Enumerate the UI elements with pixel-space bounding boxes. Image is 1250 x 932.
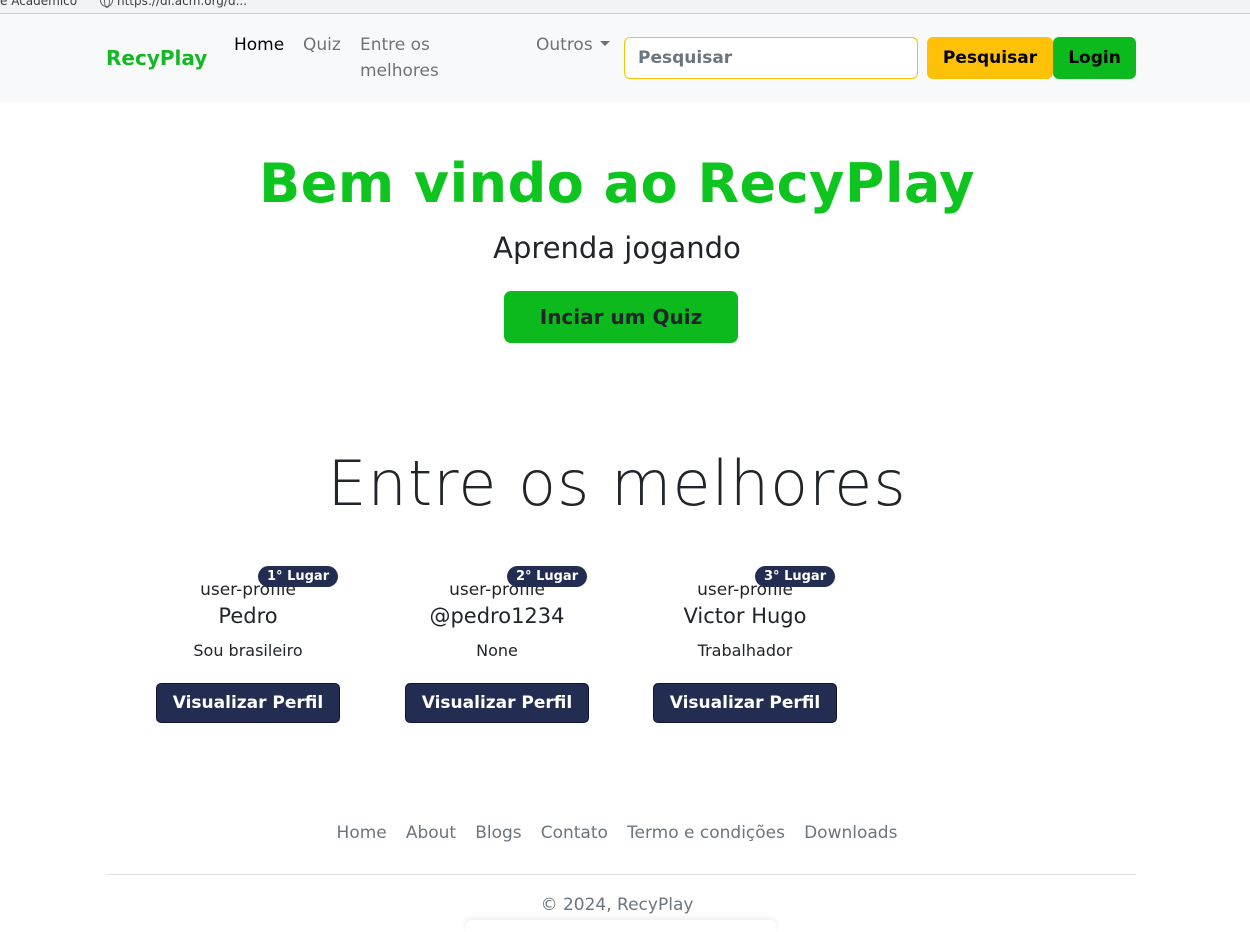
rank-badge: 3° Lugar (755, 566, 836, 587)
login-button[interactable]: Login (1053, 37, 1136, 79)
bookmark-item[interactable]: e Acadêmico (0, 0, 77, 8)
user-name: Pedro (218, 604, 278, 628)
rank-badge: 1° Lugar (258, 566, 339, 587)
user-bio: None (476, 641, 518, 660)
search-input[interactable] (624, 37, 918, 79)
ranking-card: 2° Lugar user-profile @pedro1234 None Vi… (397, 566, 597, 723)
user-bio: Sou brasileiro (193, 641, 303, 660)
bookmark-item[interactable]: https://dl.acm.org/d... (100, 0, 247, 8)
footer-link-downloads[interactable]: Downloads (804, 823, 897, 843)
footer-divider (106, 874, 1136, 875)
navbar: RecyPlay Home Quiz Entre os melhores Out… (0, 14, 1250, 102)
brand-logo[interactable]: RecyPlay (106, 46, 207, 70)
globe-icon (100, 0, 113, 8)
view-profile-button[interactable]: Visualizar Perfil (405, 683, 589, 723)
search-button[interactable]: Pesquisar (927, 37, 1053, 79)
footer-link-contato[interactable]: Contato (541, 823, 608, 843)
bookmarks-bar: e Acadêmico https://dl.acm.org/d... (0, 0, 1250, 14)
rank-badge: 2° Lugar (507, 566, 588, 587)
ranking-card: 3° Lugar user-profile Victor Hugo Trabal… (645, 566, 845, 723)
view-profile-button[interactable]: Visualizar Perfil (156, 683, 340, 723)
hero-title: Bem vindo ao RecyPlay (259, 152, 975, 215)
bookmark-label: https://dl.acm.org/d... (117, 0, 248, 8)
user-name: Victor Hugo (683, 604, 807, 628)
bottom-overlay (466, 920, 776, 932)
nav-link-home[interactable]: Home (234, 32, 284, 58)
ranking-card: 1° Lugar user-profile Pedro Sou brasilei… (148, 566, 348, 723)
user-bio: Trabalhador (697, 641, 793, 660)
view-profile-button[interactable]: Visualizar Perfil (653, 683, 837, 723)
footer-copyright: © 2024, RecyPlay (540, 895, 694, 915)
footer-link-about[interactable]: About (406, 823, 456, 843)
ranking-title: Entre os melhores (327, 447, 907, 520)
footer-link-termos[interactable]: Termo e condições (627, 823, 785, 843)
nav-dropdown-outros[interactable]: Outros (536, 32, 610, 58)
footer-link-blogs[interactable]: Blogs (475, 823, 521, 843)
nav-link-entre-os-melhores[interactable]: Entre os melhores (360, 32, 500, 84)
nav-dropdown-label: Outros (536, 35, 593, 55)
user-name: @pedro1234 (429, 604, 565, 628)
nav-link-quiz[interactable]: Quiz (303, 32, 341, 58)
start-quiz-button[interactable]: Inciar um Quiz (504, 291, 738, 343)
footer-nav: Home About Blogs Contato Termo e condiçõ… (0, 823, 1242, 843)
hero-subtitle: Aprenda jogando (493, 231, 741, 265)
footer-link-home[interactable]: Home (337, 823, 387, 843)
caret-down-icon (599, 41, 610, 46)
